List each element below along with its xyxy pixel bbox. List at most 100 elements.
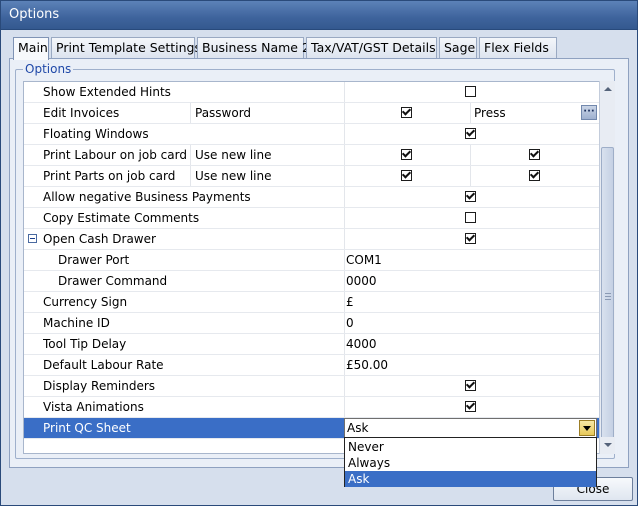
column-divider <box>344 124 345 144</box>
row-default-labour-rate[interactable]: Default Labour Rate £50.00 <box>24 355 600 376</box>
row-label: Copy Estimate Comments <box>43 211 200 225</box>
row-print-qc-sheet[interactable]: Print QC Sheet Ask <box>24 418 600 439</box>
row-label: Default Labour Rate <box>43 358 164 372</box>
row-label: Edit Invoices <box>43 106 120 120</box>
tab-sage[interactable]: Sage <box>439 37 477 58</box>
print-qc-sheet-value: Ask <box>347 421 369 435</box>
column-divider <box>344 187 345 207</box>
scrollbar-thumb[interactable] <box>601 147 614 447</box>
column-divider <box>344 376 345 396</box>
row-machine-id[interactable]: Machine ID 0 <box>24 313 600 334</box>
tab-flex-fields[interactable]: Flex Fields <box>479 37 557 58</box>
drawer-command-value[interactable]: 0000 <box>346 271 377 291</box>
tab-print-template-settings[interactable]: Print Template Settings <box>51 37 201 58</box>
row-label: Show Extended Hints <box>43 85 171 99</box>
row-display-reminders[interactable]: Display Reminders <box>24 376 600 397</box>
row-sub-label: Use new line <box>195 148 272 162</box>
options-group-label: Options <box>23 62 74 76</box>
tool-tip-delay-value[interactable]: 4000 <box>346 334 377 354</box>
dropdown-option-ask[interactable]: Ask <box>345 471 596 487</box>
row-edit-invoices[interactable]: Edit Invoices Password Press ··· <box>24 103 600 124</box>
row-sub-label: Password <box>195 106 252 120</box>
print-labour-checkbox[interactable] <box>401 149 412 160</box>
row-label: Print Parts on job card <box>43 169 176 183</box>
column-divider <box>344 166 345 186</box>
row-print-labour-on-job-card[interactable]: Print Labour on job card Use new line <box>24 145 600 166</box>
column-divider <box>190 103 191 123</box>
row-label: Print QC Sheet <box>43 421 131 435</box>
currency-sign-value[interactable]: £ <box>346 292 354 312</box>
print-parts-new-line-checkbox[interactable] <box>529 170 540 181</box>
edit-invoices-password-value[interactable]: Press <box>474 103 506 123</box>
row-label: Currency Sign <box>43 295 128 309</box>
column-divider <box>344 334 345 354</box>
title-bar[interactable]: Options <box>1 1 637 30</box>
show-extended-hints-checkbox[interactable] <box>465 86 476 97</box>
column-divider <box>344 250 345 270</box>
row-print-parts-on-job-card[interactable]: Print Parts on job card Use new line <box>24 166 600 187</box>
row-label: Allow negative Business Payments <box>43 190 251 204</box>
default-labour-rate-value[interactable]: £50.00 <box>346 355 388 375</box>
row-vista-animations[interactable]: Vista Animations <box>24 397 600 418</box>
copy-estimate-comments-checkbox[interactable] <box>465 212 476 223</box>
row-drawer-port[interactable]: Drawer Port COM1 <box>24 250 600 271</box>
chevron-down-icon[interactable] <box>579 420 595 436</box>
print-qc-sheet-dropdown-list: Never Always Ask <box>344 437 597 487</box>
row-open-cash-drawer[interactable]: Open Cash Drawer <box>24 229 600 250</box>
machine-id-value[interactable]: 0 <box>346 313 354 333</box>
row-show-extended-hints[interactable]: Show Extended Hints <box>24 82 600 103</box>
column-divider <box>190 145 191 165</box>
row-copy-estimate-comments[interactable]: Copy Estimate Comments <box>24 208 600 229</box>
column-divider <box>470 145 471 165</box>
row-label: Machine ID <box>43 316 110 330</box>
display-reminders-checkbox[interactable] <box>465 380 476 391</box>
print-parts-checkbox[interactable] <box>401 170 412 181</box>
options-window: Options Main Print Template Settings Bus… <box>0 0 638 506</box>
ellipsis-button[interactable]: ··· <box>581 105 597 120</box>
column-divider <box>344 271 345 291</box>
row-tool-tip-delay[interactable]: Tool Tip Delay 4000 <box>24 334 600 355</box>
options-grid: Show Extended Hints Edit Invoices Passwo… <box>23 81 601 454</box>
column-divider <box>344 397 345 417</box>
column-divider <box>190 166 191 186</box>
allow-negative-payments-checkbox[interactable] <box>465 191 476 202</box>
row-drawer-command[interactable]: Drawer Command 0000 <box>24 271 600 292</box>
row-label: Drawer Command <box>58 274 168 288</box>
column-divider <box>344 82 345 102</box>
scroll-up-icon[interactable] <box>600 81 615 97</box>
print-qc-sheet-combo[interactable]: Ask <box>344 418 597 438</box>
drawer-port-value[interactable]: COM1 <box>346 250 382 270</box>
column-divider <box>344 103 345 123</box>
row-label: Floating Windows <box>43 127 149 141</box>
column-divider <box>344 229 345 249</box>
row-sub-label: Use new line <box>195 169 272 183</box>
tab-business-name-2[interactable]: Business Name 2 <box>197 37 310 58</box>
tab-main[interactable]: Main <box>13 37 49 60</box>
open-cash-drawer-checkbox[interactable] <box>465 233 476 244</box>
row-currency-sign[interactable]: Currency Sign £ <box>24 292 600 313</box>
floating-windows-checkbox[interactable] <box>465 128 476 139</box>
scroll-down-icon[interactable] <box>600 437 615 453</box>
window-title: Options <box>9 7 60 22</box>
print-labour-new-line-checkbox[interactable] <box>529 149 540 160</box>
dropdown-option-never[interactable]: Never <box>345 439 596 455</box>
vista-animations-checkbox[interactable] <box>465 401 476 412</box>
vertical-scrollbar[interactable] <box>599 81 615 454</box>
column-divider <box>344 355 345 375</box>
row-floating-windows[interactable]: Floating Windows <box>24 124 600 145</box>
row-label: Vista Animations <box>43 400 144 414</box>
tab-tax-vat-gst-details[interactable]: Tax/VAT/GST Details <box>306 37 437 58</box>
row-label: Print Labour on job card <box>43 148 187 162</box>
collapse-icon[interactable] <box>28 234 37 243</box>
edit-invoices-checkbox[interactable] <box>401 107 412 118</box>
column-divider <box>344 208 345 228</box>
row-label: Tool Tip Delay <box>43 337 127 351</box>
column-divider <box>344 292 345 312</box>
column-divider <box>344 313 345 333</box>
dropdown-option-always[interactable]: Always <box>345 455 596 471</box>
row-label: Open Cash Drawer <box>43 232 156 246</box>
column-divider <box>470 166 471 186</box>
row-allow-negative-business-payments[interactable]: Allow negative Business Payments <box>24 187 600 208</box>
column-divider <box>470 103 471 123</box>
row-label: Drawer Port <box>58 253 130 267</box>
